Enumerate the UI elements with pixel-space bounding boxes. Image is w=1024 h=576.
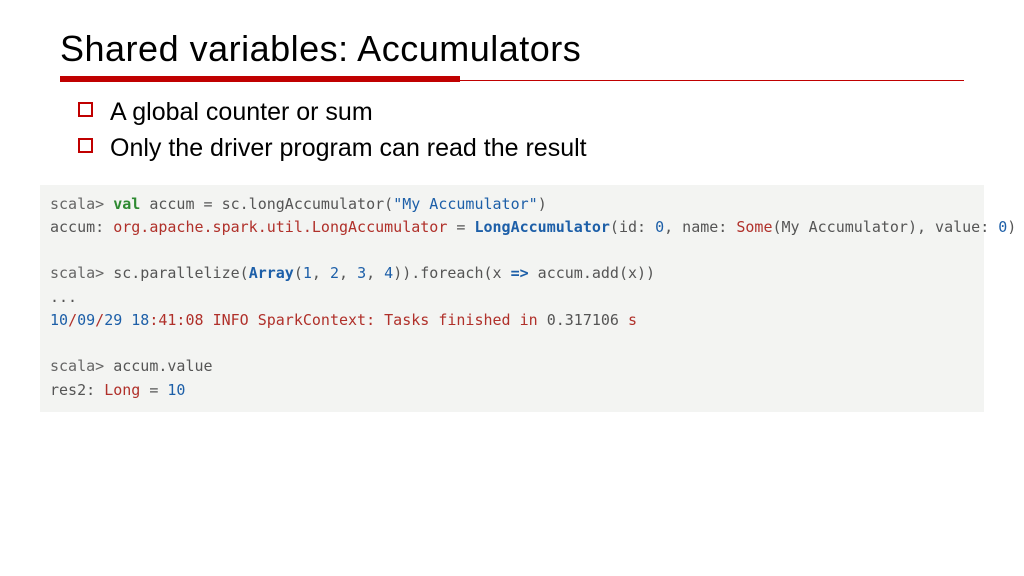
code-line: scala> accum.value: [50, 357, 213, 375]
code-block: scala> val accum = sc.longAccumulator("M…: [40, 185, 984, 412]
code-line: res2: Long = 10: [50, 381, 185, 399]
code-line: 10/09/29 18:41:08 INFO SparkContext: Tas…: [50, 311, 637, 329]
slide-title: Shared variables: Accumulators: [60, 28, 964, 70]
bullet-item: A global counter or sum: [78, 94, 964, 130]
code-line: scala> val accum = sc.longAccumulator("M…: [50, 195, 547, 213]
bullet-item: Only the driver program can read the res…: [78, 130, 964, 166]
code-line: ...: [50, 288, 77, 306]
bullet-list: A global counter or sum Only the driver …: [60, 94, 964, 167]
code-line: accum: org.apache.spark.util.LongAccumul…: [50, 218, 1016, 236]
slide: Shared variables: Accumulators A global …: [0, 0, 1024, 412]
code-line: scala> sc.parallelize(Array(1, 2, 3, 4))…: [50, 264, 655, 282]
title-rule: [60, 76, 964, 82]
